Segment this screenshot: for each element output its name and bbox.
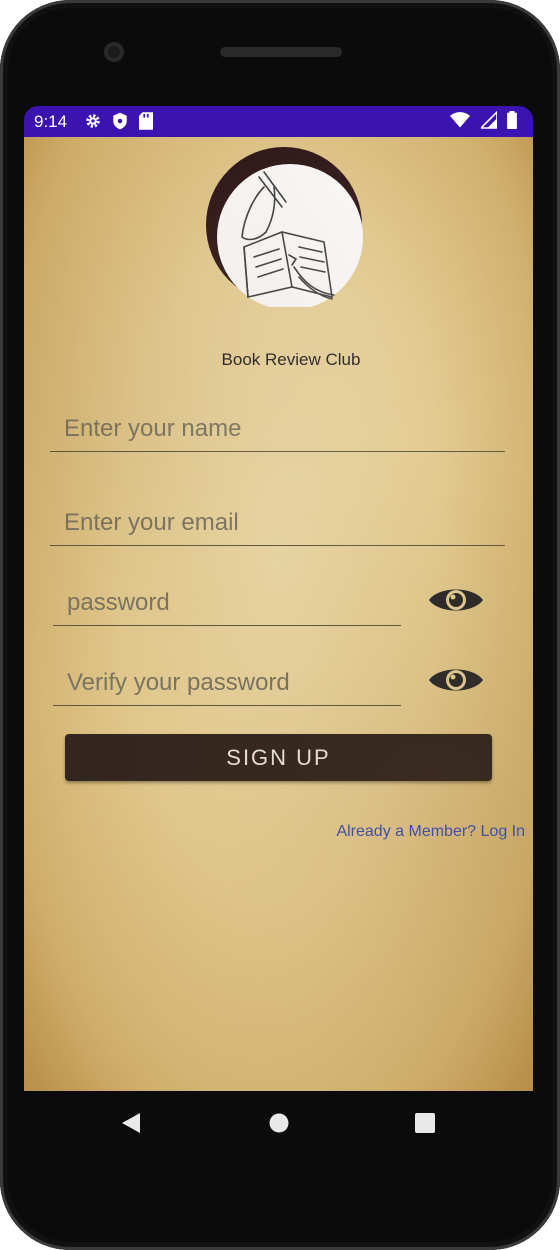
back-icon[interactable] [120, 1111, 142, 1135]
status-icons-left [84, 112, 159, 130]
gear-icon [86, 114, 100, 128]
name-input[interactable] [50, 407, 505, 452]
wifi-icon [450, 112, 471, 128]
show-verify-password-eye-icon[interactable] [427, 663, 485, 697]
password-input[interactable] [53, 581, 401, 626]
front-camera [104, 42, 124, 62]
earpiece-speaker [220, 47, 342, 57]
recent-apps-icon[interactable] [414, 1111, 436, 1135]
email-input[interactable] [50, 501, 505, 546]
app-title: Book Review Club [221, 350, 361, 369]
book-club-logo [206, 147, 363, 307]
signup-screen: Book Review Club SIGN UP Already a Membe… [24, 137, 533, 1091]
status-time: 9:14 [34, 112, 68, 131]
sign-up-button[interactable]: SIGN UP [65, 734, 492, 781]
navigation-bar [0, 1091, 560, 1161]
screen: 9:14 Book Review Club Enter your name En… [24, 106, 533, 1091]
signal-icon [478, 110, 498, 129]
shield-icon [113, 112, 128, 130]
status-bar: 9:14 [24, 106, 533, 137]
login-link[interactable]: Already a Member? Log In [336, 823, 525, 841]
sd-card-icon [138, 112, 153, 130]
show-password-eye-icon[interactable] [427, 583, 485, 617]
phone-frame: 9:14 Book Review Club Enter your name En… [0, 0, 560, 1250]
battery-icon [507, 111, 517, 129]
verify-password-input[interactable] [53, 661, 401, 706]
home-icon[interactable] [268, 1111, 290, 1135]
status-icons-right [450, 110, 523, 129]
